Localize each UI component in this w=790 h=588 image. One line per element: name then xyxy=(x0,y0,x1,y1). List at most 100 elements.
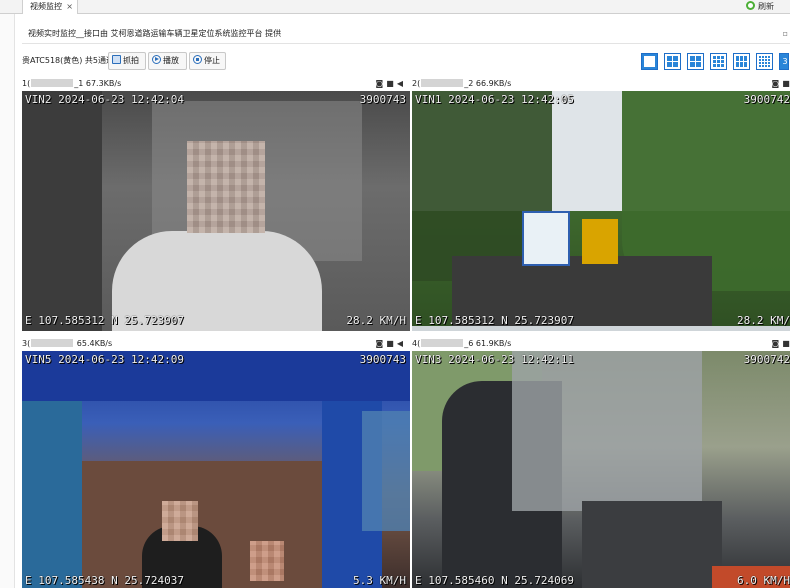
channel-controls: ◙■◀ xyxy=(376,77,406,90)
redacted-plate xyxy=(421,79,464,87)
channel-prefix: 1( xyxy=(22,79,31,88)
refresh-button[interactable]: 刷新 xyxy=(746,0,774,14)
refresh-label: 刷新 xyxy=(758,2,774,11)
tab-label: 视频监控 xyxy=(30,2,62,11)
close-icon[interactable]: × xyxy=(66,0,73,14)
toolbar: 贵ATC518(黄色) 共5通道 抓拍 播放 停止 3 xyxy=(22,51,790,71)
channel-controls: ◙■◀ xyxy=(376,337,406,350)
channel-bitrate: _2 66.9KB/s xyxy=(464,79,512,88)
layout-1-button[interactable] xyxy=(641,53,658,70)
redacted-plate xyxy=(31,339,74,347)
channel-prefix: 2( xyxy=(412,79,421,88)
osd-gps: E 107.585438 N 25.724037 xyxy=(25,574,184,587)
door-panel xyxy=(22,91,102,331)
channel-bitrate: _1 67.3KB/s xyxy=(74,79,122,88)
video-feed[interactable]: VIN3 2024-06-23 12:42:11 3900742 E 107.5… xyxy=(412,351,790,588)
blurred-face xyxy=(162,501,198,541)
blurred-face xyxy=(250,541,284,581)
osd-datetime: VIN3 2024-06-23 12:42:11 xyxy=(415,353,574,366)
osd-gps: E 107.585312 N 25.723907 xyxy=(415,314,574,327)
tab-video-monitor[interactable]: 视频监控 × xyxy=(22,0,78,14)
refresh-icon xyxy=(746,1,755,10)
osd-device-id: 3900742 xyxy=(743,93,790,106)
layout-8-icon xyxy=(736,56,747,67)
layout-4-icon xyxy=(667,56,678,67)
video-channel-1[interactable]: 1( _1 67.3KB/s ◙■◀ VIN2 2024-06-23 12:42:… xyxy=(22,77,410,333)
record-icon[interactable]: ■ xyxy=(782,339,790,348)
channel-prefix: 4( xyxy=(412,339,421,348)
layout-4-button[interactable] xyxy=(664,53,681,70)
window-title: 视频实时监控__接口由 艾柯恩道路运输车辆卫星定位系统监控平台 提供 xyxy=(28,29,282,38)
layout-9-icon xyxy=(713,56,724,67)
channel-header: 3( 65.4KB/s ◙■◀ xyxy=(22,337,410,350)
channel-bitrate: 65.4KB/s xyxy=(74,339,113,348)
audio-icon[interactable]: ◀ xyxy=(397,79,406,88)
steps xyxy=(582,501,722,588)
record-icon[interactable]: ■ xyxy=(386,79,397,88)
layout-more-label: 3 xyxy=(780,54,788,69)
redacted-plate xyxy=(31,79,74,87)
audio-icon[interactable]: ◀ xyxy=(397,339,406,348)
osd-datetime: VIN1 2024-06-23 12:42:05 xyxy=(415,93,574,106)
layout-9-button[interactable] xyxy=(710,53,727,70)
channel-header: 4( _6 61.9KB/s ◙■◀ xyxy=(412,337,790,350)
snapshot-button[interactable]: 抓拍 xyxy=(108,52,146,70)
layout-6-button[interactable] xyxy=(687,53,704,70)
play-label: 播放 xyxy=(163,56,179,65)
video-channel-4[interactable]: 4( _6 61.9KB/s ◙■◀ VIN3 2024-06-23 12:42:… xyxy=(412,337,790,588)
bus-yellow xyxy=(582,219,618,264)
left-curtain xyxy=(22,401,82,588)
osd-speed: 28.2 KM/ xyxy=(737,314,790,327)
window-view xyxy=(362,411,410,531)
video-channel-3[interactable]: 3( 65.4KB/s ◙■◀ VIN5 2024-06-23 12:42:09… xyxy=(22,337,410,588)
osd-gps: E 107.585312 N 25.723907 xyxy=(25,314,184,327)
video-feed[interactable]: VIN2 2024-06-23 12:42:04 3900743 E 107.5… xyxy=(22,91,410,331)
camera-icon[interactable]: ◙ xyxy=(376,79,387,88)
channel-prefix: 3( xyxy=(22,339,31,348)
layout-1-icon xyxy=(644,56,655,67)
camera-icon[interactable]: ◙ xyxy=(772,79,783,88)
camera-icon[interactable]: ◙ xyxy=(376,339,387,348)
osd-speed: 5.3 KM/H xyxy=(353,574,406,587)
maximize-icon[interactable]: ▫ xyxy=(783,24,788,44)
osd-speed: 6.0 KM/H xyxy=(737,574,790,587)
vehicle-info: 贵ATC518(黄色) 共5通道 xyxy=(22,56,114,65)
osd-datetime: VIN5 2024-06-23 12:42:09 xyxy=(25,353,184,366)
door-glass xyxy=(512,351,702,511)
window-title-bar: 视频实时监控__接口由 艾柯恩道路运输车辆卫星定位系统监控平台 提供 ▫ xyxy=(22,24,790,44)
bus-blue xyxy=(522,211,570,266)
video-feed[interactable]: VIN5 2024-06-23 12:42:09 3900743 E 107.5… xyxy=(22,351,410,588)
channel-controls: ◙■◀ xyxy=(772,77,790,90)
blurred-face xyxy=(187,141,265,233)
tab-strip: 视频监控 × 刷新 xyxy=(0,0,790,14)
redacted-plate xyxy=(421,339,464,347)
channel-bitrate: _6 61.9KB/s xyxy=(464,339,512,348)
layout-16-button[interactable] xyxy=(756,53,773,70)
osd-device-id: 3900743 xyxy=(359,353,406,366)
camera-icon xyxy=(112,55,121,64)
layout-8-button[interactable] xyxy=(733,53,750,70)
left-rule xyxy=(0,14,15,588)
osd-datetime: VIN2 2024-06-23 12:42:04 xyxy=(25,93,184,106)
channel-header: 2( _2 66.9KB/s ◙■◀ xyxy=(412,77,790,90)
stop-icon xyxy=(193,55,202,64)
osd-device-id: 3900742 xyxy=(743,353,790,366)
layout-more-button[interactable]: 3 xyxy=(779,53,789,70)
video-channel-2[interactable]: 2( _2 66.9KB/s ◙■◀ VIN1 2024-06-23 12:42:… xyxy=(412,77,790,333)
play-icon xyxy=(152,55,161,64)
osd-gps: E 107.585460 N 25.724069 xyxy=(415,574,574,587)
channel-header: 1( _1 67.3KB/s ◙■◀ xyxy=(22,77,410,90)
layout-6-icon xyxy=(690,56,701,67)
stop-label: 停止 xyxy=(204,56,220,65)
osd-speed: 28.2 KM/H xyxy=(346,314,406,327)
stop-button[interactable]: 停止 xyxy=(189,52,226,70)
layout-16-icon xyxy=(759,56,770,67)
play-button[interactable]: 播放 xyxy=(148,52,187,70)
camera-icon[interactable]: ◙ xyxy=(772,339,783,348)
record-icon[interactable]: ■ xyxy=(782,79,790,88)
video-feed[interactable]: VIN1 2024-06-23 12:42:05 3900742 E 107.5… xyxy=(412,91,790,331)
channel-controls: ◙■◀ xyxy=(772,337,790,350)
osd-device-id: 3900743 xyxy=(359,93,406,106)
record-icon[interactable]: ■ xyxy=(386,339,397,348)
snapshot-label: 抓拍 xyxy=(123,56,139,65)
